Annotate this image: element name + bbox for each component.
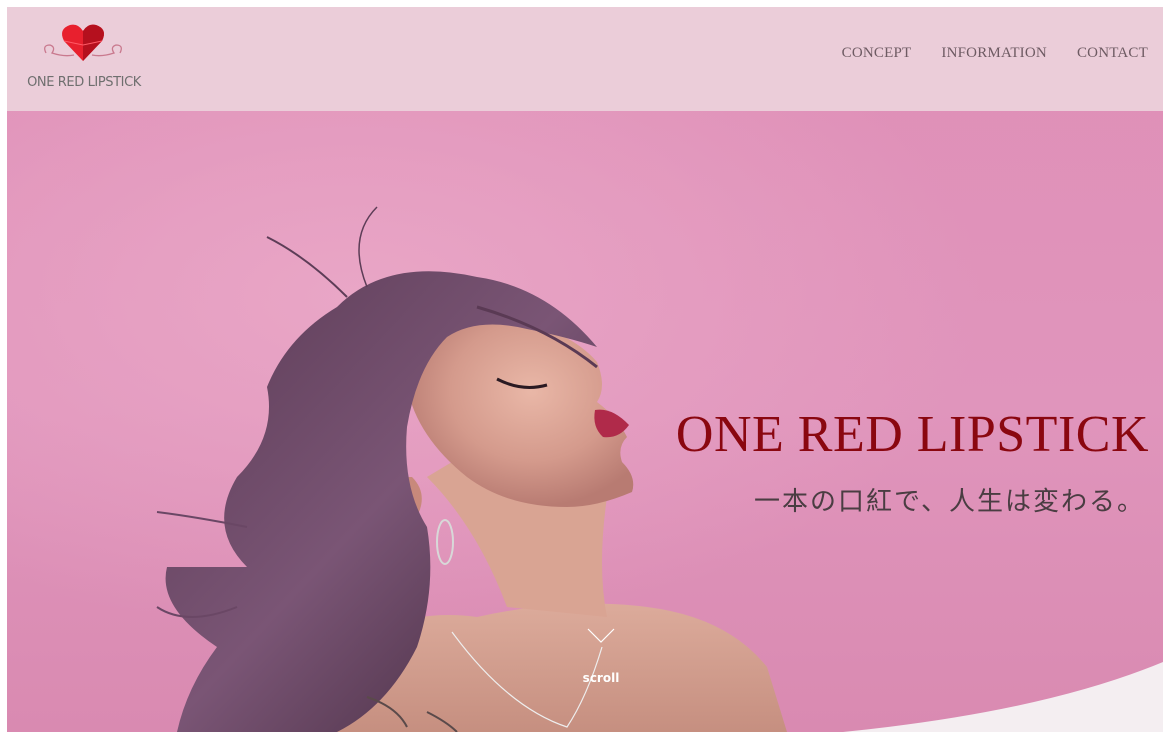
nav-information[interactable]: INFORMATION bbox=[941, 45, 1047, 62]
hero-photo bbox=[156, 206, 787, 732]
heart-icon bbox=[44, 24, 122, 62]
main-nav: CONCEPT INFORMATION CONTACT bbox=[842, 45, 1148, 62]
nav-concept[interactable]: CONCEPT bbox=[842, 45, 912, 62]
site-logo[interactable]: ONE RED LIPSTICK bbox=[22, 19, 146, 97]
scroll-indicator[interactable]: scroll bbox=[575, 627, 627, 687]
chevron-down-icon bbox=[587, 628, 615, 643]
hero-subtitle: 一本の口紅で、人生は変わる。 bbox=[754, 487, 1145, 517]
hero-section bbox=[7, 7, 1163, 732]
nav-contact[interactable]: CONTACT bbox=[1077, 45, 1148, 62]
scroll-label: scroll bbox=[582, 671, 620, 685]
page-frame: ONE RED LIPSTICK CONCEPT INFORMATION CON… bbox=[7, 7, 1163, 732]
paper-curl-decoration bbox=[843, 662, 1163, 732]
hero-title: ONE RED LIPSTICK bbox=[675, 406, 1149, 463]
site-header: ONE RED LIPSTICK CONCEPT INFORMATION CON… bbox=[7, 7, 1163, 111]
logo-wordmark: ONE RED LIPSTICK bbox=[27, 75, 141, 90]
